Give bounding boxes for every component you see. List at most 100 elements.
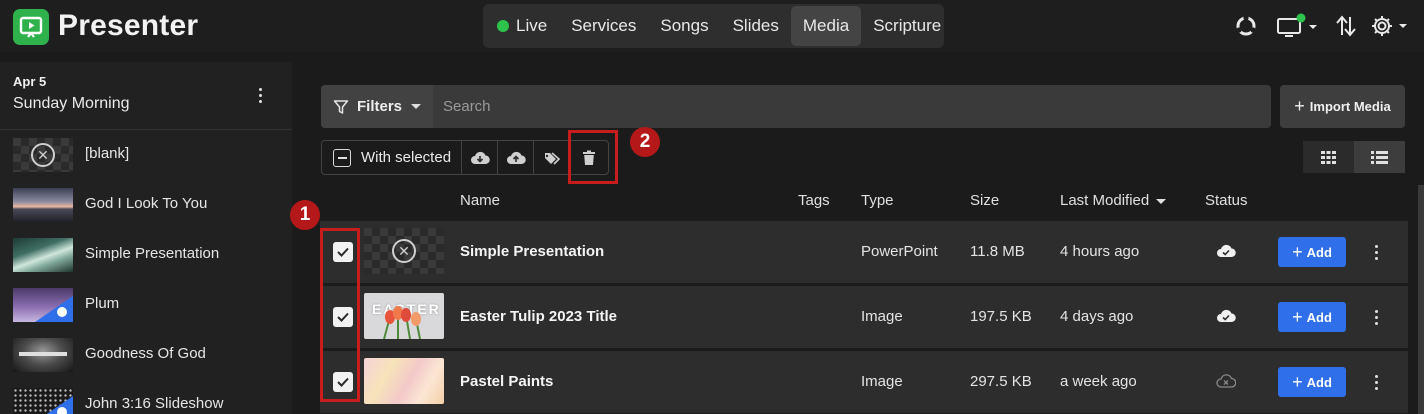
sunset-thumbnail [13,188,73,222]
media-type: Image [861,308,903,325]
row-more-icon[interactable] [1368,306,1384,328]
sidebar-item[interactable]: ✕ [blank] [0,130,292,180]
media-size: 197.5 KB [970,308,1032,325]
table-row[interactable]: ✕ Simple Presentation PowerPoint 11.8 MB… [320,221,1408,283]
grid-view-button[interactable] [1303,141,1354,173]
plus-icon: + [1294,96,1305,116]
deselect-all-button[interactable]: With selected [322,141,462,174]
media-name[interactable]: Easter Tulip 2023 Title [460,308,617,325]
nav-scripture[interactable]: Scripture [861,6,953,46]
speckle-thumbnail [13,388,73,414]
media-size: 11.8 MB [970,243,1025,260]
plus-icon: + [1292,306,1303,327]
media-name[interactable]: Pastel Paints [460,373,553,390]
sidebar-item[interactable]: Goodness Of God [0,330,292,380]
nav-slides[interactable]: Slides [721,6,791,46]
cloud-download-icon [470,151,490,164]
column-header-name[interactable]: Name [460,192,500,209]
sidebar-item-label: Goodness Of God [85,345,206,362]
import-media-button[interactable]: + Import Media [1280,85,1405,128]
add-label: Add [1306,309,1332,325]
media-size: 297.5 KB [970,373,1032,390]
timer-badge-icon [46,396,73,414]
sidebar-item[interactable]: Plum [0,280,292,330]
media-modified: 4 days ago [1060,308,1134,325]
tags-icon [542,151,560,165]
add-label: Add [1306,374,1332,390]
minus-checkbox-icon [333,148,351,167]
settings-gear-icon[interactable] [1369,13,1413,39]
service-sidebar: Apr 5 Sunday Morning ✕ [blank] God I Loo… [0,62,292,414]
sidebar-item-label: Simple Presentation [85,245,220,262]
table-row[interactable]: Pastel Paints Image 297.5 KB a week ago … [320,351,1408,413]
column-header-tags[interactable]: Tags [798,192,830,209]
media-modified: a week ago [1060,373,1137,390]
pastel-paints-thumbnail [364,358,444,404]
sidebar-item-label: Plum [85,295,120,312]
with-selected-label: With selected [361,149,452,166]
service-more-icon[interactable] [250,84,270,106]
sync-status-icon[interactable] [1234,13,1258,39]
row-more-icon[interactable] [1368,371,1384,393]
blank-thumbnail: ✕ [13,138,73,172]
cloud-synced-icon [1216,308,1236,329]
cloud-upload-icon [506,151,526,164]
table-row[interactable]: EASTER Easter Tulip 2023 Title Image 197… [320,286,1408,348]
plum-thumbnail [13,288,73,322]
import-media-label: Import Media [1309,99,1391,114]
easter-tulip-thumbnail: EASTER [364,293,444,339]
column-header-size[interactable]: Size [970,192,999,209]
column-header-type[interactable]: Type [861,192,894,209]
nav-services[interactable]: Services [559,6,648,46]
annotation-box-delete [568,130,618,184]
media-name[interactable]: Simple Presentation [460,243,604,260]
last-modified-label: Last Modified [1060,192,1150,209]
sidebar-item[interactable]: God I Look To You [0,180,292,230]
display-output-icon[interactable] [1276,13,1322,39]
annotation-marker-2: 2 [630,127,660,157]
sidebar-item-label: God I Look To You [85,195,208,212]
column-header-status[interactable]: Status [1205,192,1248,209]
presenter-logo-icon [13,9,49,45]
upload-button[interactable] [498,141,534,174]
close-icon: ✕ [31,143,55,167]
sidebar-item-label: [blank] [85,145,130,162]
sidebar-item[interactable]: Simple Presentation [0,230,292,280]
add-label: Add [1306,244,1332,260]
add-button[interactable]: + Add [1278,302,1346,332]
service-title: Sunday Morning [13,95,130,112]
download-button[interactable] [462,141,498,174]
annotation-box-checkboxes [320,228,360,402]
view-toggle [1303,141,1406,173]
search-input[interactable] [433,85,1271,128]
column-header-last-modified[interactable]: Last Modified [1060,192,1167,209]
app-name: Presenter [58,9,199,42]
filters-label: Filters [357,98,403,115]
media-modified: 4 hours ago [1060,243,1140,260]
media-type: PowerPoint [861,243,938,260]
grid-icon [1321,150,1336,164]
live-indicator-icon [497,20,509,32]
search-bar: Filters [321,85,1271,128]
main-nav: Live Services Songs Slides Media Scriptu… [483,4,944,48]
bulk-actions-bar: With selected [321,140,609,175]
nav-songs[interactable]: Songs [648,6,720,46]
plus-icon: + [1292,371,1303,392]
list-view-button[interactable] [1354,141,1405,173]
scrollbar[interactable] [1418,185,1424,414]
tag-button[interactable] [534,141,570,174]
chevron-down-icon [411,104,422,109]
nav-media[interactable]: Media [790,6,862,46]
sidebar-item-label: John 3:16 Slideshow [85,395,224,412]
row-more-icon[interactable] [1368,241,1384,263]
add-button[interactable]: + Add [1278,367,1346,397]
media-type: Image [861,373,903,390]
sort-arrows-icon[interactable] [1334,13,1358,39]
timer-badge-icon [35,296,73,322]
cloud-synced-icon [1216,243,1236,264]
add-button[interactable]: + Add [1278,237,1346,267]
filters-button[interactable]: Filters [321,85,433,128]
nav-live[interactable]: Live [485,6,559,46]
dark-thumbnail [13,338,73,372]
sidebar-item[interactable]: John 3:16 Slideshow [0,380,292,414]
